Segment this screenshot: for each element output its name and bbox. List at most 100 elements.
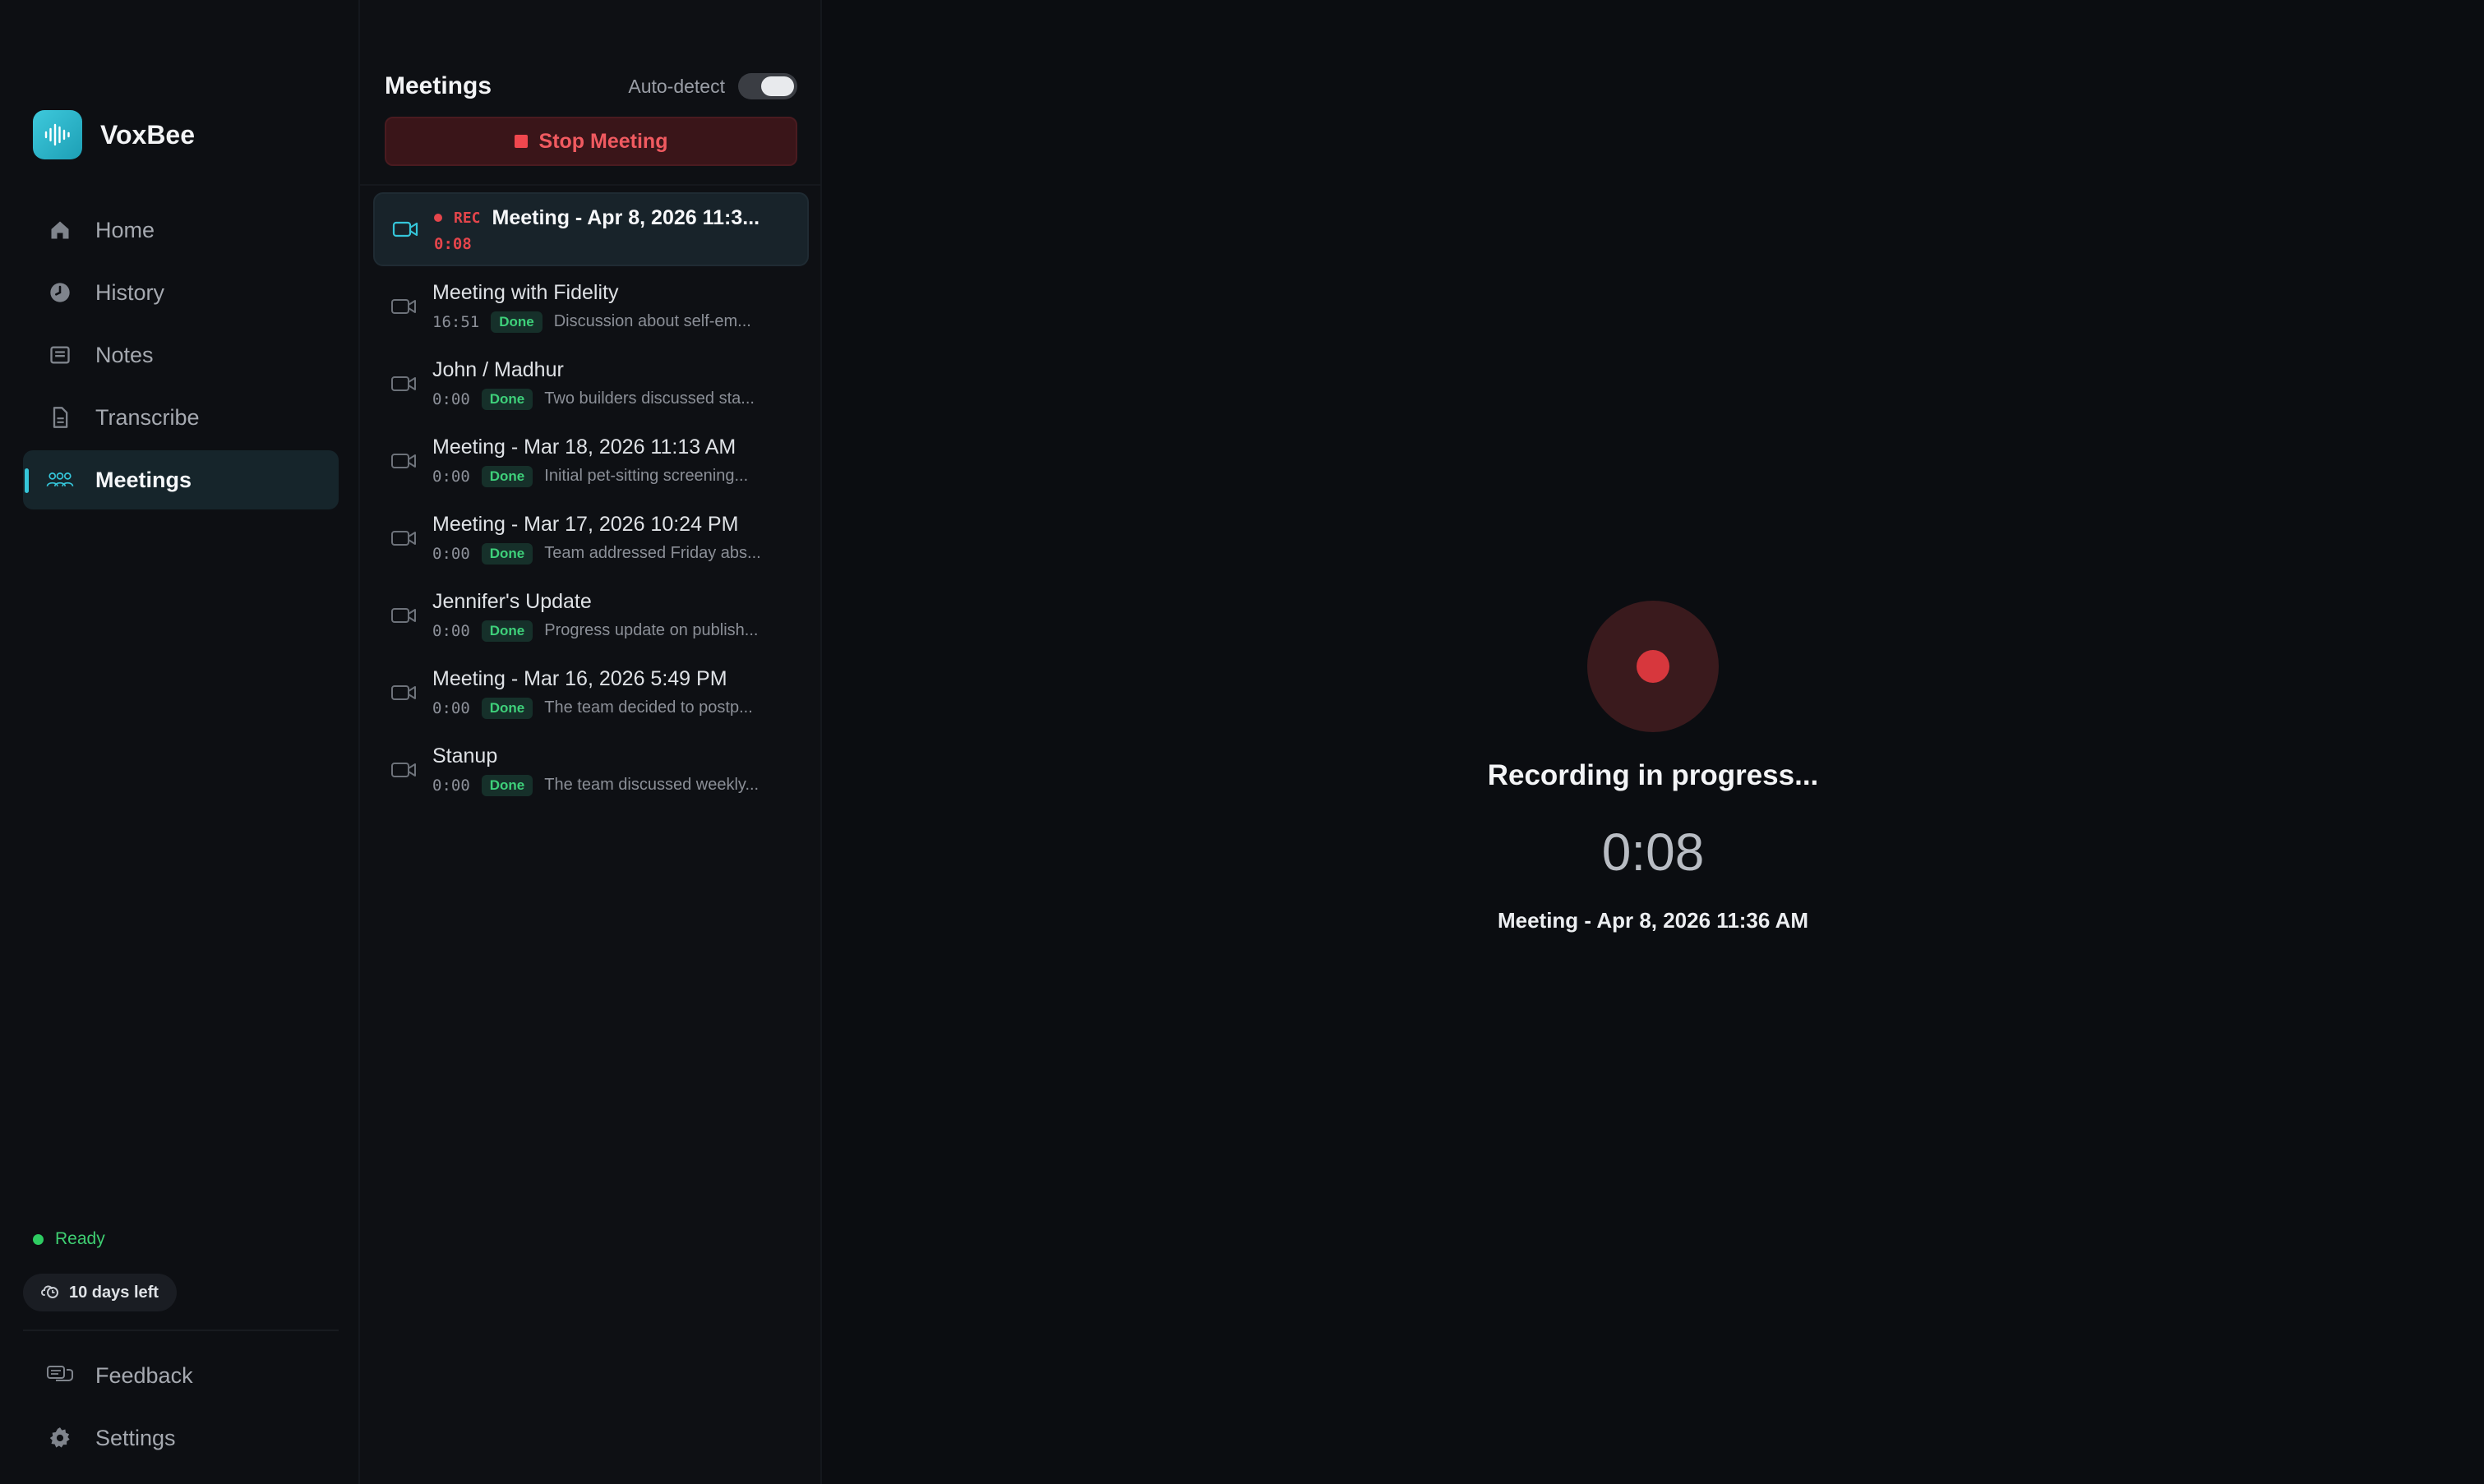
meeting-summary: Initial pet-sitting screening... bbox=[544, 467, 749, 485]
meeting-duration: 0:00 bbox=[432, 544, 470, 563]
rec-badge: REC bbox=[454, 209, 481, 227]
toggle-knob bbox=[761, 76, 794, 96]
meetings-header: Meetings Auto-detect bbox=[385, 72, 797, 100]
stop-icon bbox=[514, 135, 528, 148]
notes-icon bbox=[46, 341, 74, 369]
nav-item-label: Feedback bbox=[95, 1362, 193, 1388]
nav-item-history[interactable]: History bbox=[23, 263, 339, 322]
nav-item-settings[interactable]: Settings bbox=[23, 1408, 339, 1468]
status-badge: Done bbox=[481, 774, 533, 796]
meeting-summary: Discussion about self-em... bbox=[553, 312, 751, 330]
nav-item-label: Notes bbox=[95, 342, 154, 367]
gear-icon bbox=[46, 1424, 74, 1452]
status-badge: Done bbox=[481, 542, 533, 565]
stop-meeting-button[interactable]: Stop Meeting bbox=[385, 117, 797, 166]
video-camera-icon bbox=[390, 756, 418, 784]
meeting-title: Meeting - Mar 17, 2026 10:24 PM bbox=[432, 512, 739, 536]
meeting-item-recording[interactable]: REC Meeting - Apr 8, 2026 11:3... 0:08 bbox=[373, 192, 809, 266]
status-badge: Done bbox=[491, 311, 543, 333]
meetings-title: Meetings bbox=[385, 72, 492, 99]
meeting-title: Stanup bbox=[432, 744, 498, 767]
meeting-summary: Two builders discussed sta... bbox=[544, 389, 755, 408]
auto-detect-label: Auto-detect bbox=[628, 75, 725, 97]
stop-meeting-label: Stop Meeting bbox=[538, 129, 668, 153]
meeting-title: John / Madhur bbox=[432, 357, 564, 381]
status-badge: Done bbox=[481, 465, 533, 487]
meeting-title: Meeting - Mar 18, 2026 11:13 AM bbox=[432, 435, 736, 459]
recording-timer: 0:08 bbox=[1601, 823, 1705, 882]
meeting-duration: 0:08 bbox=[434, 234, 472, 253]
sidebar-divider bbox=[23, 1330, 339, 1331]
meeting-duration: 0:00 bbox=[432, 389, 470, 408]
document-icon bbox=[46, 403, 74, 431]
meeting-duration: 16:51 bbox=[432, 312, 480, 331]
bottom-nav: Feedback Settings bbox=[23, 1346, 339, 1471]
meeting-item[interactable]: John / Madhur 0:00 Done Two builders dis… bbox=[373, 347, 809, 421]
nav-item-label: Transcribe bbox=[95, 404, 200, 430]
meeting-duration: 0:00 bbox=[432, 698, 470, 717]
recording-view: Recording in progress... 0:08 Meeting - … bbox=[822, 0, 2484, 1484]
brand: VoxBee bbox=[33, 110, 195, 159]
record-dot bbox=[1637, 650, 1669, 683]
status-dot bbox=[33, 1233, 44, 1245]
trial-badge[interactable]: 10 days left bbox=[23, 1274, 177, 1311]
status-label: Ready bbox=[55, 1229, 105, 1248]
meeting-summary: The team decided to postp... bbox=[544, 698, 753, 717]
meetings-list: REC Meeting - Apr 8, 2026 11:3... 0:08 M… bbox=[373, 192, 809, 810]
nav-item-meetings[interactable]: Meetings bbox=[23, 450, 339, 509]
nav-item-home[interactable]: Home bbox=[23, 200, 339, 260]
nav-item-feedback[interactable]: Feedback bbox=[23, 1346, 339, 1405]
nav-item-label: Home bbox=[95, 217, 155, 242]
meeting-duration: 0:00 bbox=[432, 621, 470, 640]
record-indicator-icon bbox=[1587, 601, 1719, 732]
sidebar: VoxBee Home History Notes Transcribe Mee… bbox=[0, 0, 360, 1484]
meetings-panel: Meetings Auto-detect Stop Meeting REC Me… bbox=[360, 0, 822, 1484]
nav-item-transcribe[interactable]: Transcribe bbox=[23, 388, 339, 447]
video-camera-icon bbox=[390, 601, 418, 629]
meeting-title: Jennifer's Update bbox=[432, 589, 592, 613]
list-divider bbox=[360, 184, 820, 186]
video-camera-icon bbox=[390, 679, 418, 707]
clock-icon bbox=[46, 279, 74, 306]
recording-status: Recording in progress... bbox=[1487, 759, 1819, 791]
meeting-item[interactable]: Meeting - Mar 17, 2026 10:24 PM 0:00 Don… bbox=[373, 501, 809, 575]
home-icon bbox=[46, 216, 74, 244]
cloud-clock-icon bbox=[39, 1281, 59, 1304]
status-badge: Done bbox=[481, 620, 533, 642]
nav-item-label: History bbox=[95, 279, 165, 305]
voxbee-logo-icon bbox=[33, 110, 82, 159]
auto-detect-toggle[interactable] bbox=[738, 73, 797, 99]
meeting-summary: The team discussed weekly... bbox=[544, 776, 760, 794]
status-indicator: Ready bbox=[33, 1229, 105, 1249]
meeting-duration: 0:00 bbox=[432, 467, 470, 486]
meeting-title: Meeting - Mar 16, 2026 5:49 PM bbox=[432, 666, 727, 690]
status-badge: Done bbox=[481, 388, 533, 410]
video-camera-icon bbox=[390, 370, 418, 398]
video-camera-icon bbox=[391, 215, 419, 243]
nav-item-notes[interactable]: Notes bbox=[23, 325, 339, 385]
meeting-title: Meeting - Apr 8, 2026 11:3... bbox=[492, 205, 760, 229]
meeting-title: Meeting with Fidelity bbox=[432, 280, 619, 304]
meeting-item[interactable]: Meeting - Mar 16, 2026 5:49 PM 0:00 Done… bbox=[373, 656, 809, 730]
meeting-summary: Progress update on publish... bbox=[544, 621, 759, 639]
meeting-item[interactable]: Meeting with Fidelity 16:51 Done Discuss… bbox=[373, 270, 809, 343]
video-camera-icon bbox=[390, 447, 418, 475]
nav-item-label: Meetings bbox=[95, 467, 192, 492]
meeting-summary: Team addressed Friday abs... bbox=[544, 544, 761, 562]
video-camera-icon bbox=[390, 524, 418, 552]
main-nav: Home History Notes Transcribe Meetings bbox=[23, 200, 339, 513]
video-camera-icon bbox=[390, 293, 418, 320]
people-icon bbox=[46, 466, 74, 494]
meeting-duration: 0:00 bbox=[432, 776, 470, 795]
app-name: VoxBee bbox=[100, 119, 196, 150]
meeting-item[interactable]: Jennifer's Update 0:00 Done Progress upd… bbox=[373, 578, 809, 652]
chat-icon bbox=[46, 1362, 74, 1390]
meeting-item[interactable]: Stanup 0:00 Done The team discussed week… bbox=[373, 733, 809, 807]
meeting-item[interactable]: Meeting - Mar 18, 2026 11:13 AM 0:00 Don… bbox=[373, 424, 809, 498]
trial-label: 10 days left bbox=[69, 1283, 159, 1302]
status-badge: Done bbox=[481, 697, 533, 719]
nav-item-label: Settings bbox=[95, 1425, 176, 1450]
recording-meeting-name: Meeting - Apr 8, 2026 11:36 AM bbox=[1497, 908, 1809, 933]
auto-detect: Auto-detect bbox=[628, 73, 797, 99]
rec-dot bbox=[434, 214, 442, 222]
